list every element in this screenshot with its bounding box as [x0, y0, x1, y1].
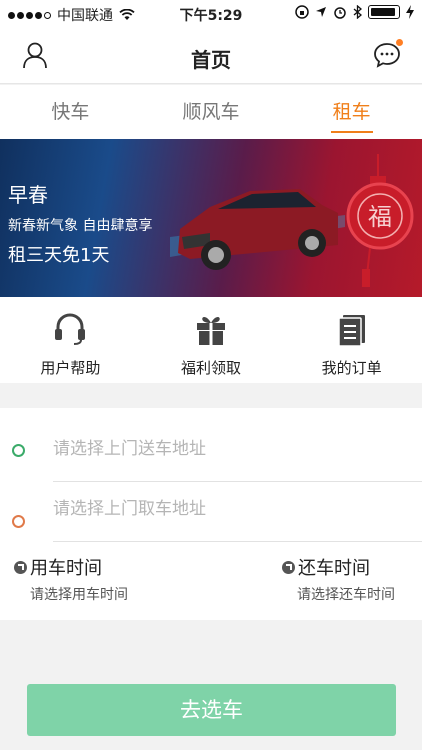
quick-actions: 用户帮助 福利领取 我的订单: [0, 297, 422, 383]
car-image: [170, 189, 345, 270]
banner-promo: 租三天免1天: [8, 245, 110, 266]
delivery-address-row: [0, 416, 422, 482]
pickup-dot-icon: [12, 515, 25, 528]
clock-icon: [282, 560, 295, 574]
choose-car-button[interactable]: 去选车: [27, 684, 396, 736]
use-time-title: 用车时间: [14, 554, 128, 580]
status-right: [295, 5, 414, 19]
banner-subtitle: 新春新气象 自由肆意享: [8, 218, 153, 234]
orders-icon: [337, 315, 365, 347]
message-button[interactable]: [372, 39, 403, 70]
return-time-hint: 请选择还车时间: [297, 587, 395, 603]
return-time-picker[interactable]: 还车时间 请选择还车时间: [282, 554, 395, 604]
unread-badge: [396, 39, 403, 46]
charm-text: 福: [368, 203, 392, 231]
clock-icon: [14, 560, 27, 574]
user-help-label: 用户帮助: [40, 359, 101, 377]
pickup-address-row: [0, 476, 422, 542]
tab-express[interactable]: 快车: [0, 85, 141, 139]
delivery-dot-icon: [12, 444, 25, 457]
user-help-button[interactable]: 用户帮助: [0, 297, 141, 383]
location-icon: [316, 7, 326, 17]
alarm-icon: [334, 7, 346, 19]
rotation-lock-icon: [295, 5, 309, 19]
headset-icon: [55, 313, 86, 345]
banner-title: 早春: [8, 183, 48, 207]
use-time-hint: 请选择用车时间: [30, 587, 128, 603]
status-bar: 中国联通 下午5:29: [0, 0, 422, 28]
my-orders-button[interactable]: 我的订单: [281, 297, 422, 383]
nav-bar: 首页: [0, 28, 422, 84]
charging-icon: [406, 5, 414, 19]
pickup-address-input[interactable]: [53, 476, 422, 542]
battery-icon: [368, 5, 400, 19]
gift-icon: [197, 316, 225, 345]
delivery-address-input[interactable]: [53, 416, 422, 482]
service-tabs: 快车 顺风车 租车: [0, 85, 422, 139]
my-orders-label: 我的订单: [321, 359, 382, 377]
promo-banner[interactable]: 福 早春 新春新气象 自由肆意享 租三天免1天: [0, 139, 422, 297]
use-time-picker[interactable]: 用车时间 请选择用车时间: [14, 554, 128, 604]
rental-form: 用车时间 请选择用车时间 还车时间 请选择还车时间: [0, 408, 422, 620]
page-title: 首页: [191, 48, 231, 72]
return-time-label: 还车时间: [298, 558, 370, 579]
tab-rental[interactable]: 租车: [281, 85, 422, 139]
lucky-charm-image: 福: [346, 154, 414, 287]
benefits-label: 福利领取: [181, 359, 242, 377]
benefits-button[interactable]: 福利领取: [141, 297, 282, 383]
bluetooth-icon: [353, 5, 362, 19]
use-time-label: 用车时间: [30, 558, 102, 579]
tab-carpool[interactable]: 顺风车: [141, 85, 282, 139]
return-time-title: 还车时间: [282, 554, 395, 580]
